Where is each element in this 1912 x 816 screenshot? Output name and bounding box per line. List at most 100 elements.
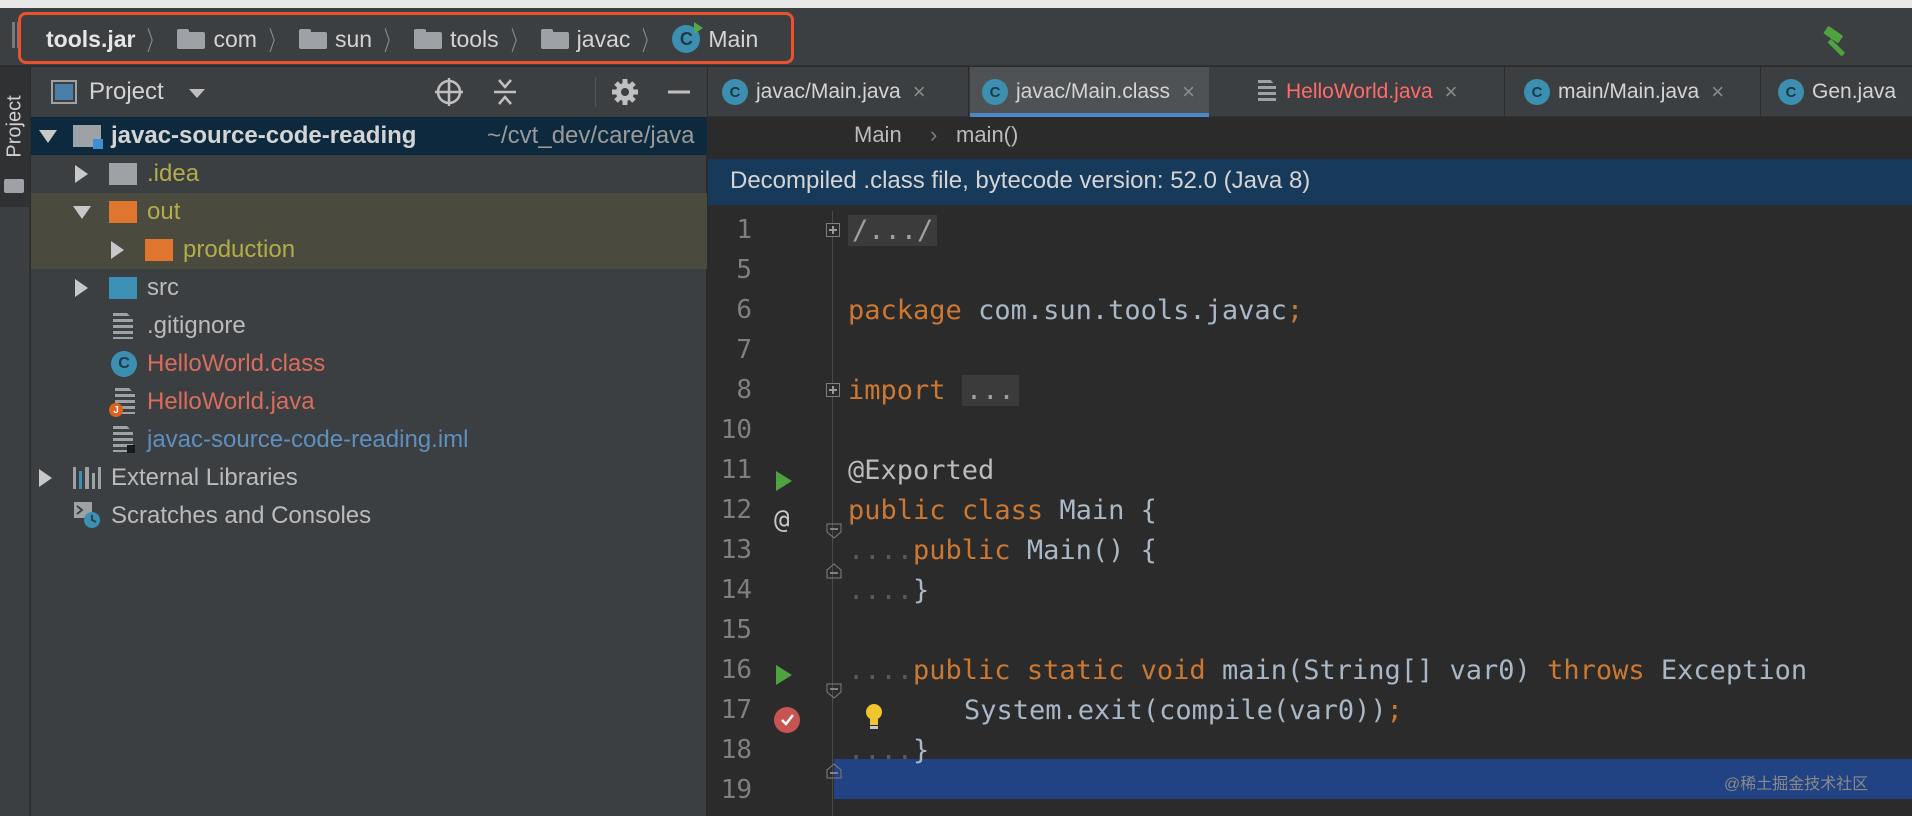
tree-item-helloworld-class[interactable]: C HelloWorld.class — [31, 345, 707, 383]
breadcrumb-item-javac[interactable]: javac — [540, 26, 630, 53]
expand-arrow-icon[interactable] — [39, 130, 57, 143]
expand-arrow-icon[interactable] — [39, 469, 52, 487]
excluded-folder-icon — [109, 201, 137, 223]
project-view-icon — [51, 80, 77, 104]
fold-end-icon[interactable] — [826, 563, 842, 579]
class-icon: C — [1778, 79, 1804, 105]
tree-item-scratches[interactable]: Scratches and Consoles — [31, 497, 707, 535]
excluded-folder-icon — [145, 239, 173, 261]
fold-collapse-icon[interactable] — [826, 523, 842, 539]
close-icon[interactable]: × — [1711, 79, 1724, 105]
breadcrumb-item-tools[interactable]: tools — [414, 26, 499, 53]
tab-gen-java[interactable]: C Gen.java — [1778, 67, 1896, 117]
tree-item-gitignore[interactable]: .gitignore — [31, 307, 707, 345]
package-folder-icon — [298, 29, 327, 49]
line-number: 1 — [736, 215, 752, 245]
module-file-badge — [127, 445, 135, 453]
close-icon[interactable]: × — [1445, 79, 1458, 105]
code-line-1: /.../ — [848, 215, 938, 246]
tab-helloworld-java[interactable]: HelloWorld.java × — [1258, 67, 1458, 117]
lightbulb-icon[interactable] — [864, 703, 884, 733]
expand-arrow-icon[interactable] — [75, 279, 88, 297]
project-panel-title[interactable]: Project — [89, 78, 164, 106]
breadcrumb-class[interactable]: Main — [854, 122, 902, 148]
tree-item-label: production — [183, 236, 296, 263]
tree-item-label: HelloWorld.java — [147, 388, 315, 415]
folded-header[interactable]: /.../ — [848, 215, 938, 246]
tree-item-label: .gitignore — [147, 312, 246, 339]
breadcrumb-item-main[interactable]: C Main — [672, 22, 758, 53]
expand-arrow-icon[interactable] — [73, 206, 91, 219]
code-editor[interactable]: 1 5 6 7 8 10 11 12 13 14 15 16 17 18 19 … — [708, 211, 1912, 816]
breadcrumb-separator: 〉 — [642, 25, 657, 56]
tree-item-src[interactable]: src — [31, 269, 707, 307]
breadcrumb: tools.jar 〉 com 〉 sun 〉 tools 〉 javac 〉 … — [46, 22, 758, 56]
line-number: 7 — [736, 335, 752, 365]
close-icon[interactable]: × — [913, 79, 926, 105]
build-hammer-icon[interactable] — [1820, 26, 1854, 60]
banner-text: Decompiled .class file, bytecode version… — [730, 167, 1311, 194]
tree-item-idea[interactable]: .idea — [31, 155, 707, 193]
tree-item-external-libraries[interactable]: External Libraries — [31, 459, 707, 497]
code-line-14: ....} — [848, 575, 930, 606]
tree-item-label: out — [147, 198, 181, 225]
tab-javac-main-class[interactable]: C javac/Main.class × — [970, 67, 1209, 117]
collapse-all-icon[interactable] — [489, 76, 521, 108]
project-tool-tab-label: Project — [3, 95, 26, 158]
expand-arrow-icon[interactable] — [111, 241, 124, 259]
fold-end-icon[interactable] — [826, 763, 842, 779]
tree-item-out[interactable]: out — [31, 193, 707, 231]
folded-imports[interactable]: ... — [961, 375, 1019, 406]
class-icon: C — [1524, 79, 1550, 105]
chevron-down-icon[interactable] — [189, 89, 205, 98]
editor-breadcrumb: Main › main() — [708, 117, 1912, 153]
code-line-8: import ... — [848, 375, 1019, 406]
tab-label: main/Main.java — [1558, 80, 1700, 103]
tree-item-helloworld-java[interactable]: J HelloWorld.java — [31, 383, 707, 421]
package-folder-icon — [177, 29, 206, 49]
root-module-name: javac-source-code-reading — [111, 122, 417, 149]
left-tool-window-strip: Project — [0, 67, 30, 816]
overrides-marker-icon[interactable]: @ — [774, 505, 790, 535]
locate-target-icon[interactable] — [433, 76, 465, 108]
navigation-bar: tools.jar 〉 com 〉 sun 〉 tools 〉 javac 〉 … — [0, 8, 1912, 66]
tab-divider — [968, 67, 969, 117]
breadcrumb-item-com[interactable]: com — [177, 26, 257, 53]
project-tool-tab[interactable]: Project — [0, 67, 30, 207]
package-folder-icon — [414, 29, 443, 49]
scratches-icon — [74, 502, 100, 528]
close-icon[interactable]: × — [1182, 79, 1195, 105]
tab-label: Gen.java — [1812, 80, 1897, 103]
run-class-icon[interactable] — [776, 471, 792, 491]
line-number: 8 — [736, 375, 752, 405]
tree-item-label: HelloWorld.class — [147, 350, 326, 377]
breadcrumb-method[interactable]: main() — [956, 122, 1018, 148]
tab-label: HelloWorld.java — [1286, 80, 1433, 103]
expand-arrow-icon[interactable] — [75, 165, 88, 183]
fold-expand-icon[interactable] — [826, 223, 840, 237]
code-line-12: public class Main { — [848, 495, 1157, 526]
run-main-icon[interactable] — [776, 665, 792, 685]
package-folder-icon — [540, 29, 569, 49]
code-line-18: ....} — [848, 735, 930, 766]
tree-item-production[interactable]: production — [31, 231, 707, 269]
tree-item-iml[interactable]: javac-source-code-reading.iml — [31, 421, 707, 459]
gutter-divider — [832, 211, 833, 816]
code-line-6: package com.sun.tools.javac; — [848, 295, 1304, 326]
tab-main-main-java[interactable]: C main/Main.java × — [1524, 67, 1724, 117]
folder-icon — [109, 163, 137, 185]
source-folder-icon — [109, 277, 137, 299]
fold-expand-icon[interactable] — [826, 383, 840, 397]
tree-item-root[interactable]: javac-source-code-reading ~/cvt_dev/care… — [31, 117, 707, 155]
code-line-17: System.exit(compile(var0)); — [964, 695, 1403, 726]
hide-panel-icon[interactable] — [663, 76, 695, 108]
breadcrumb-item-sun[interactable]: sun — [298, 26, 372, 53]
line-number: 10 — [720, 415, 752, 445]
breadcrumb-item-tools-jar[interactable]: tools.jar — [46, 26, 135, 53]
gear-icon[interactable] — [609, 76, 641, 108]
tab-divider — [1760, 67, 1761, 117]
tab-javac-main-java[interactable]: C javac/Main.java × — [722, 67, 926, 117]
breakpoint-icon[interactable] — [774, 707, 800, 733]
fold-collapse-icon[interactable] — [826, 683, 842, 699]
line-number: 11 — [720, 455, 752, 485]
